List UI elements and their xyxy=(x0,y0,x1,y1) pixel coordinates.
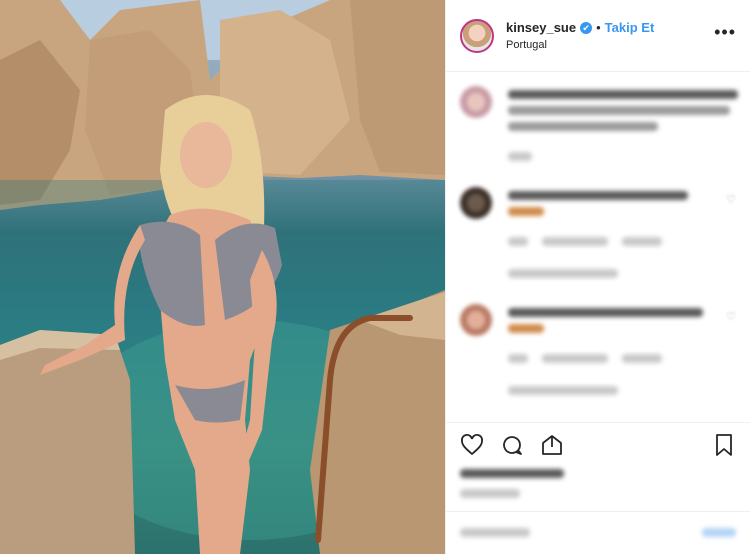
author-info: kinsey_sue ✔ • Takip Et Portugal xyxy=(506,19,654,52)
post-comment-button[interactable] xyxy=(702,528,736,537)
caption-text-line-1 xyxy=(508,90,738,99)
comment-meta-likes xyxy=(542,237,608,246)
caption-text-line-2 xyxy=(508,106,730,115)
caption-avatar xyxy=(460,86,492,118)
caption-comment xyxy=(460,86,738,176)
view-replies-link xyxy=(508,269,618,278)
post-photo[interactable] xyxy=(0,0,445,554)
comment-item: ♡ xyxy=(460,304,736,404)
comment-avatar xyxy=(460,187,492,219)
comment-icon[interactable] xyxy=(500,433,524,457)
view-replies-link xyxy=(508,386,618,395)
add-comment-bar xyxy=(446,511,750,554)
comment-emoji-line xyxy=(508,324,544,333)
comment-like-icon[interactable]: ♡ xyxy=(726,310,736,323)
comment-emoji-line xyxy=(508,207,544,216)
author-avatar[interactable] xyxy=(460,18,494,53)
comment-meta-likes xyxy=(542,354,608,363)
comments-section: ♡ ♡ xyxy=(446,72,750,422)
post-side-panel: kinsey_sue ✔ • Takip Et Portugal ••• ♡ ♡ xyxy=(445,0,750,554)
comment-item: ♡ xyxy=(460,187,736,287)
add-comment-input[interactable] xyxy=(460,528,530,537)
comment-meta-reply xyxy=(622,237,662,246)
follow-button[interactable]: Takip Et xyxy=(605,20,655,35)
share-icon[interactable] xyxy=(540,433,564,457)
bookmark-icon[interactable] xyxy=(712,433,736,457)
comment-like-icon[interactable]: ♡ xyxy=(726,193,736,206)
comment-avatar xyxy=(460,304,492,336)
comment-text-line-1 xyxy=(508,308,703,317)
comment-meta-time xyxy=(508,354,528,363)
caption-text-line-3 xyxy=(508,122,658,131)
comment-meta-time xyxy=(508,237,528,246)
post-photo-illustration xyxy=(0,0,445,554)
instagram-post-modal: kinsey_sue ✔ • Takip Et Portugal ••• ♡ ♡ xyxy=(0,0,750,554)
post-location[interactable]: Portugal xyxy=(506,39,654,52)
post-header: kinsey_sue ✔ • Takip Et Portugal ••• xyxy=(446,0,750,72)
comment-meta-reply xyxy=(622,354,662,363)
post-timestamp xyxy=(460,489,520,498)
likes-count[interactable] xyxy=(460,469,564,478)
more-options-icon[interactable]: ••• xyxy=(714,22,736,43)
author-username[interactable]: kinsey_sue xyxy=(506,20,576,35)
action-icons xyxy=(460,433,564,457)
post-actions xyxy=(446,422,750,513)
like-icon[interactable] xyxy=(460,433,484,457)
verified-badge-icon: ✔ xyxy=(580,21,593,34)
header-separator: • xyxy=(596,19,601,35)
comment-text-line-1 xyxy=(508,191,688,200)
caption-time xyxy=(508,152,532,161)
